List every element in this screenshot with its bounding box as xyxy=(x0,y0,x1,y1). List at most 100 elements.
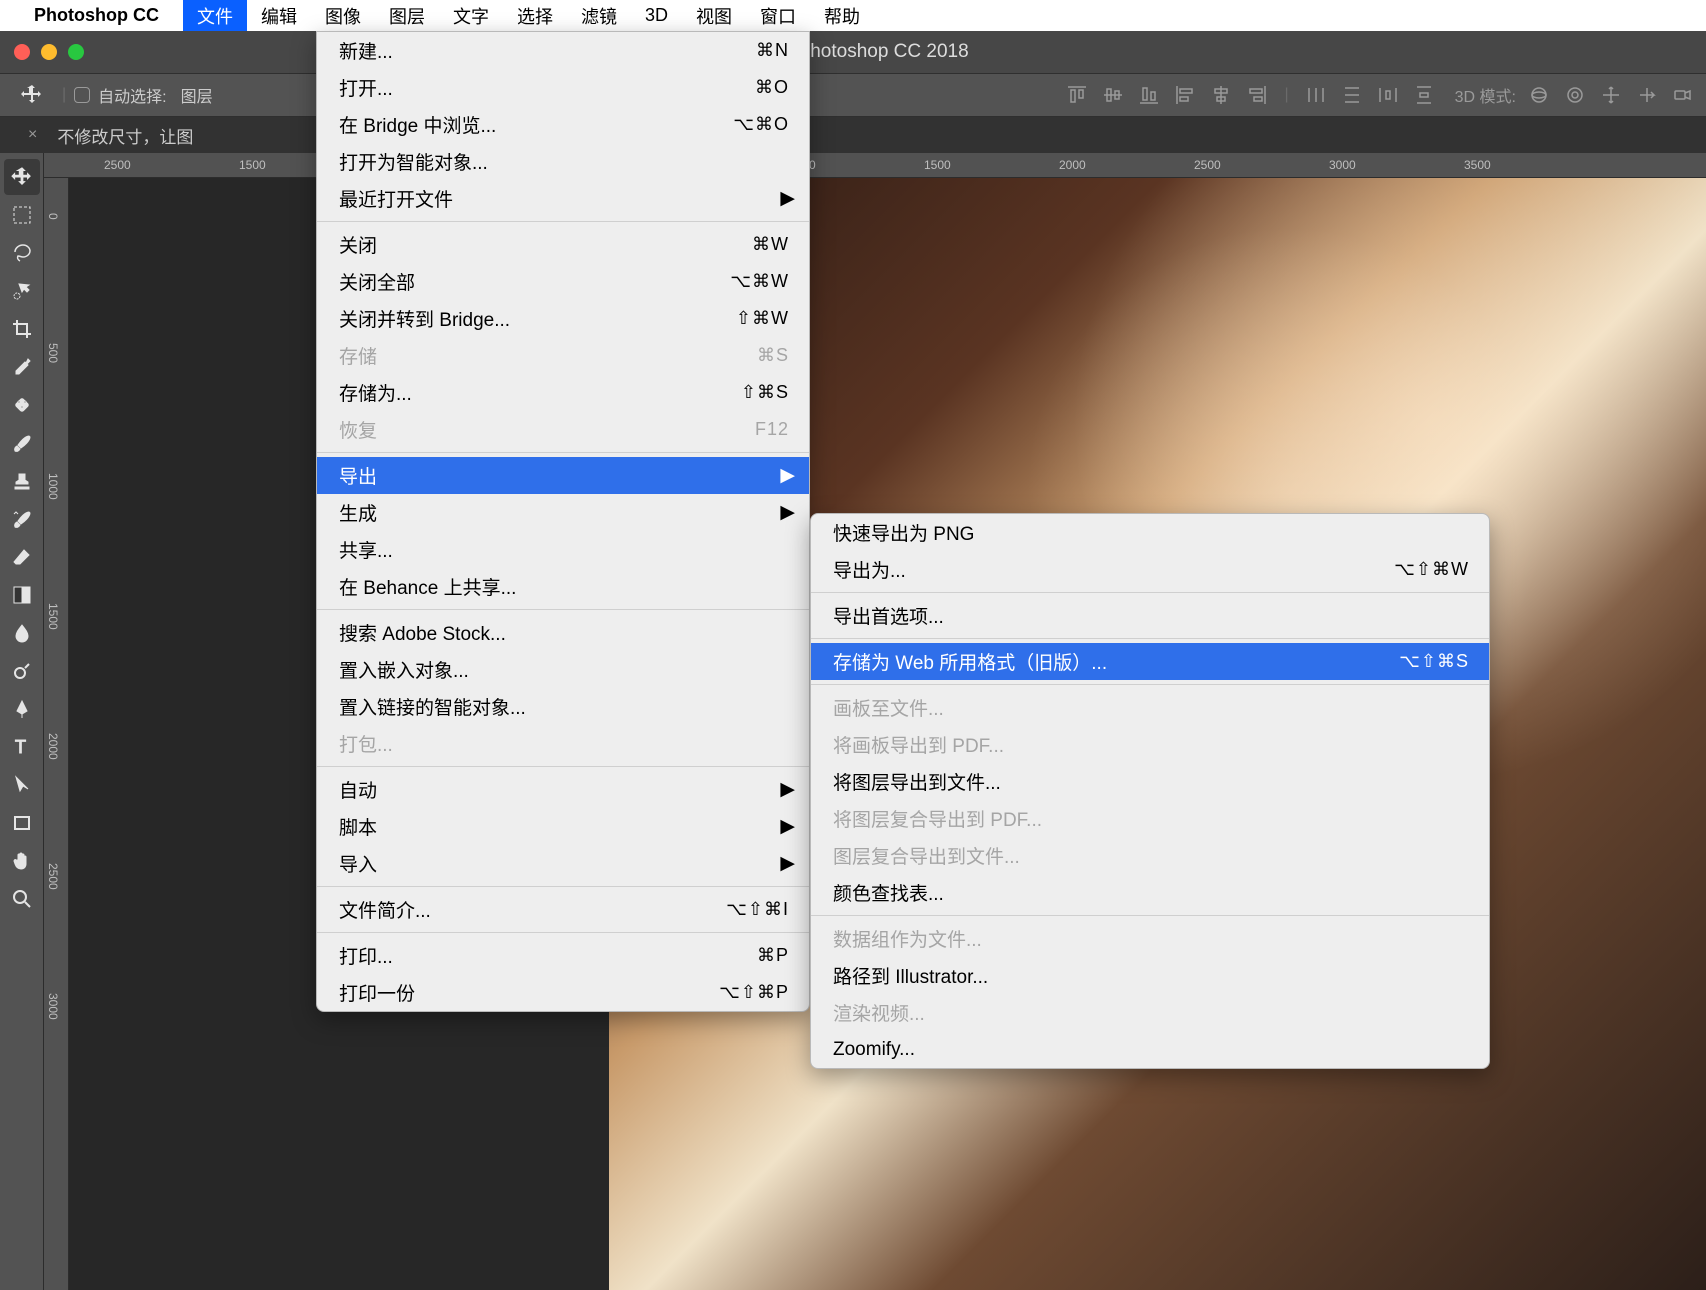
close-window-icon[interactable] xyxy=(14,44,30,60)
menu-item[interactable]: 路径到 Illustrator... xyxy=(811,957,1489,994)
distribute-h-icon[interactable] xyxy=(1303,82,1329,108)
menubar-item-视图[interactable]: 视图 xyxy=(682,0,746,31)
menubar-item-文字[interactable]: 文字 xyxy=(439,0,503,31)
menu-item[interactable]: 搜索 Adobe Stock... xyxy=(317,614,809,651)
menu-item[interactable]: 打印一份⌥⇧⌘P xyxy=(317,974,809,1011)
menu-item[interactable]: 生成▶ xyxy=(317,494,809,531)
menu-item[interactable]: 导出▶ xyxy=(317,457,809,494)
3d-orbit-icon[interactable] xyxy=(1526,82,1552,108)
menubar-item-帮助[interactable]: 帮助 xyxy=(810,0,874,31)
pen-tool-icon[interactable] xyxy=(4,691,40,727)
menu-item[interactable]: 快速导出为 PNG xyxy=(811,514,1489,551)
menubar-item-选择[interactable]: 选择 xyxy=(503,0,567,31)
move-tool-icon[interactable] xyxy=(4,159,40,195)
ruler-tick: 2000 xyxy=(1059,158,1086,172)
tab-close-icon[interactable]: × xyxy=(28,126,37,144)
window-controls xyxy=(14,44,84,60)
zoom-window-icon[interactable] xyxy=(68,44,84,60)
menubar-item-图层[interactable]: 图层 xyxy=(375,0,439,31)
document-tab-title[interactable]: 不修改尺寸，让图 xyxy=(57,123,193,148)
menu-item[interactable]: 新建...⌘N xyxy=(317,32,809,69)
history-brush-tool-icon[interactable] xyxy=(4,501,40,537)
ruler-horizontal[interactable]: 25001500500500100015002000250030003500 xyxy=(44,153,1706,178)
align-hcenter-icon[interactable] xyxy=(1208,82,1234,108)
quick-select-tool-icon[interactable] xyxy=(4,273,40,309)
menu-separator xyxy=(811,684,1489,685)
move-tool-indicator-icon[interactable] xyxy=(10,78,54,112)
menu-separator xyxy=(317,932,809,933)
menu-item[interactable]: 存储为 Web 所用格式（旧版）...⌥⇧⌘S xyxy=(811,643,1489,680)
healing-tool-icon[interactable] xyxy=(4,387,40,423)
menu-item-label: 最近打开文件 xyxy=(339,185,453,212)
menu-item[interactable]: 脚本▶ xyxy=(317,808,809,845)
brush-tool-icon[interactable] xyxy=(4,425,40,461)
hand-tool-icon[interactable] xyxy=(4,843,40,879)
menu-item[interactable]: 关闭全部⌥⌘W xyxy=(317,263,809,300)
align-vcenter-icon[interactable] xyxy=(1100,82,1126,108)
lasso-tool-icon[interactable] xyxy=(4,235,40,271)
distribute-hs-icon[interactable] xyxy=(1375,82,1401,108)
gradient-tool-icon[interactable] xyxy=(4,577,40,613)
menu-item[interactable]: 最近打开文件▶ xyxy=(317,180,809,217)
menu-item[interactable]: 导出为...⌥⇧⌘W xyxy=(811,551,1489,588)
dodge-tool-icon[interactable] xyxy=(4,653,40,689)
align-right-icon[interactable] xyxy=(1244,82,1270,108)
menu-item[interactable]: 置入链接的智能对象... xyxy=(317,688,809,725)
menu-item[interactable]: 文件简介...⌥⇧⌘I xyxy=(317,891,809,928)
menubar-item-窗口[interactable]: 窗口 xyxy=(746,0,810,31)
crop-tool-icon[interactable] xyxy=(4,311,40,347)
auto-select-dropdown[interactable]: 图层 xyxy=(181,83,213,107)
menu-item[interactable]: 存储为...⇧⌘S xyxy=(317,374,809,411)
align-left-icon[interactable] xyxy=(1172,82,1198,108)
menu-item[interactable]: 共享... xyxy=(317,531,809,568)
menu-item[interactable]: Zoomify... xyxy=(811,1031,1489,1068)
app-name[interactable]: Photoshop CC xyxy=(34,5,159,26)
menu-item: 渲染视频... xyxy=(811,994,1489,1031)
menubar-item-文件[interactable]: 文件 xyxy=(183,0,247,31)
menubar-item-3D[interactable]: 3D xyxy=(631,0,682,31)
menu-item[interactable]: 导出首选项... xyxy=(811,597,1489,634)
menu-item[interactable]: 颜色查找表... xyxy=(811,874,1489,911)
menu-item[interactable]: 打印...⌘P xyxy=(317,937,809,974)
menu-item: 打包... xyxy=(317,725,809,762)
3d-roll-icon[interactable] xyxy=(1562,82,1588,108)
rectangle-tool-icon[interactable] xyxy=(4,805,40,841)
eraser-tool-icon[interactable] xyxy=(4,539,40,575)
eyedropper-tool-icon[interactable] xyxy=(4,349,40,385)
type-tool-icon[interactable]: T xyxy=(4,729,40,765)
3d-slide-icon[interactable] xyxy=(1634,82,1660,108)
menu-item[interactable]: 关闭⌘W xyxy=(317,226,809,263)
distribute-vs-icon[interactable] xyxy=(1411,82,1437,108)
menu-item[interactable]: 自动▶ xyxy=(317,771,809,808)
menu-item[interactable]: 导入▶ xyxy=(317,845,809,882)
menu-item-label: 共享... xyxy=(339,536,393,563)
distribute-v-icon[interactable] xyxy=(1339,82,1365,108)
zoom-tool-icon[interactable] xyxy=(4,881,40,917)
menu-item[interactable]: 在 Behance 上共享... xyxy=(317,568,809,605)
menu-item[interactable]: 打开为智能对象... xyxy=(317,143,809,180)
stamp-tool-icon[interactable] xyxy=(4,463,40,499)
menu-item[interactable]: 将图层导出到文件... xyxy=(811,763,1489,800)
blur-tool-icon[interactable] xyxy=(4,615,40,651)
menubar-item-编辑[interactable]: 编辑 xyxy=(247,0,311,31)
align-bottom-icon[interactable] xyxy=(1136,82,1162,108)
3d-camera-icon[interactable] xyxy=(1670,82,1696,108)
menu-separator xyxy=(811,915,1489,916)
menu-item-label: 存储为 Web 所用格式（旧版）... xyxy=(833,648,1107,675)
menu-item[interactable]: 在 Bridge 中浏览...⌥⌘O xyxy=(317,106,809,143)
align-top-icon[interactable] xyxy=(1064,82,1090,108)
ruler-tick: 1500 xyxy=(239,158,266,172)
menubar-item-图像[interactable]: 图像 xyxy=(311,0,375,31)
auto-select-checkbox[interactable] xyxy=(74,87,90,103)
minimize-window-icon[interactable] xyxy=(41,44,57,60)
menu-item[interactable]: 置入嵌入对象... xyxy=(317,651,809,688)
menu-item[interactable]: 关闭并转到 Bridge...⇧⌘W xyxy=(317,300,809,337)
window-titlebar: Adobe Photoshop CC 2018 xyxy=(0,31,1706,73)
marquee-tool-icon[interactable] xyxy=(4,197,40,233)
align-icons: | 3D 模式: xyxy=(1064,82,1696,108)
3d-pan-icon[interactable] xyxy=(1598,82,1624,108)
menu-item[interactable]: 打开...⌘O xyxy=(317,69,809,106)
menubar-item-滤镜[interactable]: 滤镜 xyxy=(567,0,631,31)
ruler-vertical[interactable]: 050010001500200025003000 xyxy=(44,178,69,1290)
path-select-tool-icon[interactable] xyxy=(4,767,40,803)
